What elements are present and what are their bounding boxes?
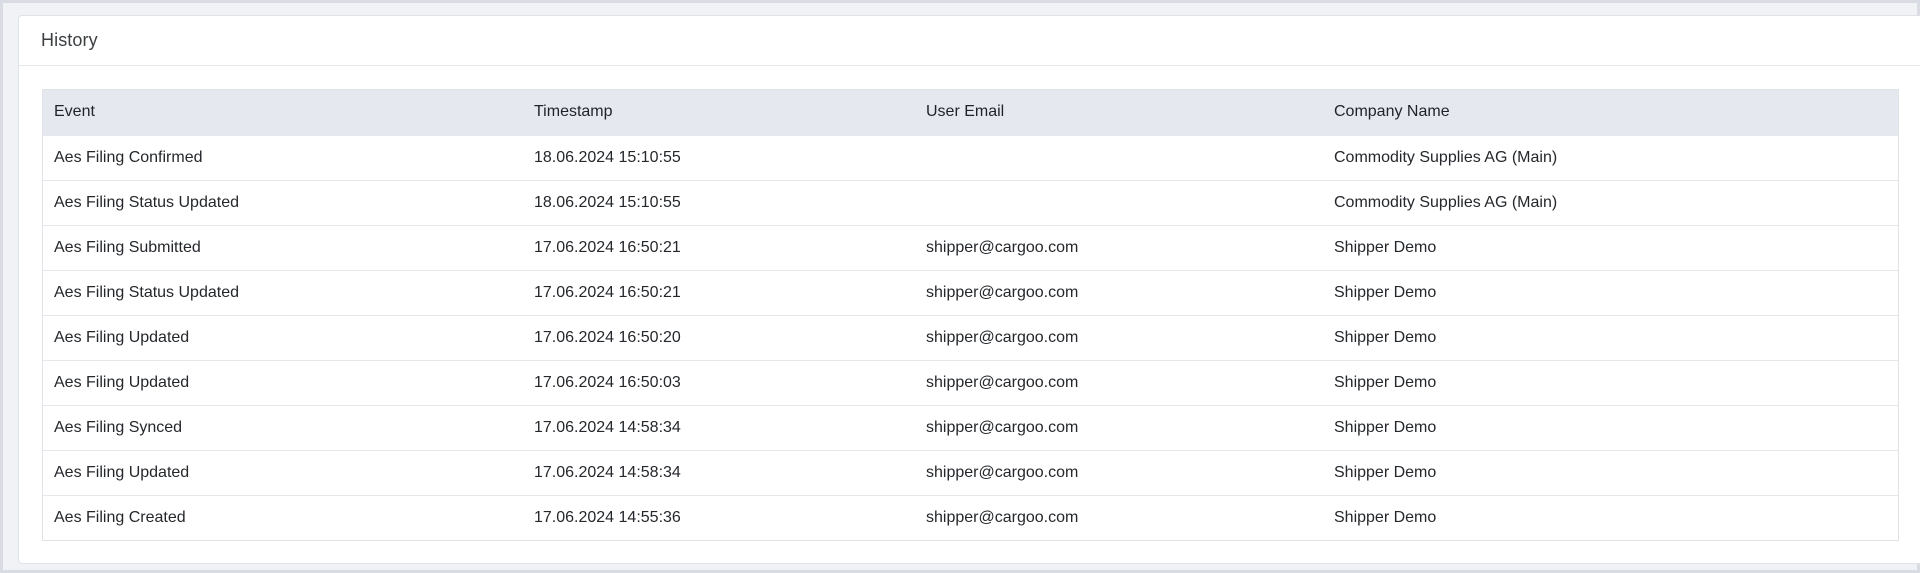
- cell-timestamp: 17.06.2024 16:50:21: [523, 224, 915, 270]
- cell-company-name: Shipper Demo: [1323, 494, 1898, 540]
- table-row[interactable]: Aes Filing Status Updated 17.06.2024 16:…: [43, 269, 1898, 315]
- table-header-row: Event Timestamp User Email Company Name: [43, 90, 1898, 135]
- table-row[interactable]: Aes Filing Submitted 17.06.2024 16:50:21…: [43, 224, 1898, 270]
- cell-event: Aes Filing Confirmed: [43, 134, 523, 180]
- cell-company-name: Commodity Supplies AG (Main): [1323, 179, 1898, 225]
- panel-title: History: [41, 30, 98, 50]
- column-header-user-email[interactable]: User Email: [915, 90, 1323, 135]
- cell-user-email: shipper@cargoo.com: [915, 404, 1323, 450]
- cell-event: Aes Filing Status Updated: [43, 179, 523, 225]
- cell-event: Aes Filing Updated: [43, 449, 523, 495]
- cell-event: Aes Filing Updated: [43, 314, 523, 360]
- cell-event: Aes Filing Submitted: [43, 224, 523, 270]
- table-row[interactable]: Aes Filing Confirmed 18.06.2024 15:10:55…: [43, 134, 1898, 180]
- table-row[interactable]: Aes Filing Synced 17.06.2024 14:58:34 sh…: [43, 404, 1898, 450]
- cell-event: Aes Filing Status Updated: [43, 269, 523, 315]
- cell-user-email: shipper@cargoo.com: [915, 494, 1323, 540]
- cell-event: Aes Filing Updated: [43, 359, 523, 405]
- cell-timestamp: 18.06.2024 15:10:55: [523, 179, 915, 225]
- cell-timestamp: 17.06.2024 14:58:34: [523, 404, 915, 450]
- table-row[interactable]: Aes Filing Updated 17.06.2024 16:50:03 s…: [43, 359, 1898, 405]
- cell-timestamp: 17.06.2024 16:50:03: [523, 359, 915, 405]
- cell-user-email: [915, 134, 1323, 180]
- cell-company-name: Shipper Demo: [1323, 269, 1898, 315]
- cell-timestamp: 17.06.2024 16:50:21: [523, 269, 915, 315]
- table-row[interactable]: Aes Filing Status Updated 18.06.2024 15:…: [43, 179, 1898, 225]
- cell-timestamp: 17.06.2024 14:58:34: [523, 449, 915, 495]
- history-panel: History Event Timestamp User Email Compa…: [18, 15, 1920, 564]
- cell-timestamp: 17.06.2024 16:50:20: [523, 314, 915, 360]
- cell-company-name: Shipper Demo: [1323, 404, 1898, 450]
- cell-event: Aes Filing Created: [43, 494, 523, 540]
- cell-event: Aes Filing Synced: [43, 404, 523, 450]
- cell-user-email: shipper@cargoo.com: [915, 314, 1323, 360]
- cell-timestamp: 18.06.2024 15:10:55: [523, 134, 915, 180]
- history-table: Event Timestamp User Email Company Name …: [43, 90, 1898, 540]
- cell-user-email: shipper@cargoo.com: [915, 359, 1323, 405]
- table-row[interactable]: Aes Filing Updated 17.06.2024 14:58:34 s…: [43, 449, 1898, 495]
- table-row[interactable]: Aes Filing Created 17.06.2024 14:55:36 s…: [43, 494, 1898, 540]
- cell-user-email: shipper@cargoo.com: [915, 269, 1323, 315]
- cell-user-email: [915, 179, 1323, 225]
- cell-timestamp: 17.06.2024 14:55:36: [523, 494, 915, 540]
- column-header-event[interactable]: Event: [43, 90, 523, 135]
- cell-user-email: shipper@cargoo.com: [915, 224, 1323, 270]
- cell-company-name: Shipper Demo: [1323, 359, 1898, 405]
- cell-company-name: Shipper Demo: [1323, 314, 1898, 360]
- column-header-company-name[interactable]: Company Name: [1323, 90, 1898, 135]
- table-row[interactable]: Aes Filing Updated 17.06.2024 16:50:20 s…: [43, 314, 1898, 360]
- history-table-container: Event Timestamp User Email Company Name …: [42, 89, 1899, 541]
- app-frame: History Event Timestamp User Email Compa…: [0, 0, 1920, 573]
- cell-company-name: Shipper Demo: [1323, 449, 1898, 495]
- cell-company-name: Shipper Demo: [1323, 224, 1898, 270]
- history-panel-header: History: [19, 16, 1920, 66]
- cell-user-email: shipper@cargoo.com: [915, 449, 1323, 495]
- cell-company-name: Commodity Supplies AG (Main): [1323, 134, 1898, 180]
- column-header-timestamp[interactable]: Timestamp: [523, 90, 915, 135]
